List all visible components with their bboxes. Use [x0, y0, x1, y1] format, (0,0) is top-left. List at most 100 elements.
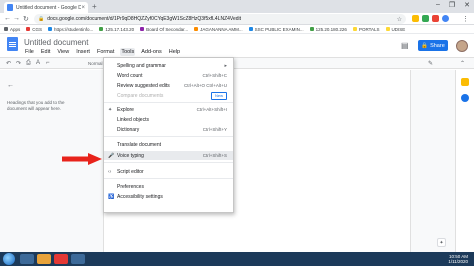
bookmark-item[interactable]: 125.20.180.226	[309, 26, 347, 32]
menu-item-preferences[interactable]: Preferences	[104, 182, 233, 191]
menu-item-shortcut: Ctrl+Alt+Shift+I	[196, 107, 227, 112]
menu-item-label: Review suggested edits	[117, 82, 170, 89]
taskbar-app-icon[interactable]	[71, 254, 85, 264]
menu-item-label: Compare documents	[117, 92, 164, 99]
back-icon[interactable]: ←	[4, 15, 11, 22]
bookmark-icon	[140, 27, 145, 31]
menu-help[interactable]: Help	[168, 48, 181, 56]
menu-item-shortcut: Ctrl+Shift+C	[202, 73, 227, 78]
menu-item-shortcut: Ctrl+Shift+Y	[202, 127, 227, 132]
bookmark-label: JAGANANNA AMM...	[200, 26, 243, 32]
undo-icon[interactable]: ↶	[6, 60, 11, 67]
bookmark-item[interactable]: JAGANANNA AMM...	[194, 27, 243, 32]
redo-icon[interactable]: ↷	[16, 60, 21, 67]
edit-mode-icon[interactable]: ✎	[428, 60, 433, 67]
close-window-button[interactable]: ✕	[464, 1, 470, 9]
avatar[interactable]	[456, 40, 468, 52]
bookmark-item[interactable]: 125.17.143.20	[99, 27, 134, 32]
bookmark-item[interactable]: SSC PUBLIC EXAMIN...	[248, 26, 304, 32]
menu-separator	[104, 136, 233, 137]
extension-icon[interactable]	[412, 15, 419, 22]
new-tab-button[interactable]: +	[92, 2, 97, 11]
bookmark-icon	[4, 27, 8, 31]
collapse-icon[interactable]: ⌃	[460, 60, 465, 67]
menu-item-label: Translate document	[117, 141, 162, 148]
menu-format[interactable]: Format	[96, 48, 115, 56]
paragraph-style-select[interactable]: Normal	[88, 61, 103, 66]
menu-insert[interactable]: Insert	[75, 48, 91, 56]
menu-item-script-editor[interactable]: ‹› Script editor	[104, 167, 233, 176]
extension-icon[interactable]	[432, 15, 439, 22]
bookmark-icon	[99, 27, 104, 31]
bookmark-item[interactable]: PORTALS	[352, 27, 380, 32]
share-button-label: Share	[430, 42, 445, 49]
menu-item-label: Word count	[117, 72, 143, 79]
google-docs-logo-icon[interactable]	[7, 37, 18, 51]
lock-icon: 🔒	[38, 16, 45, 22]
paint-format-icon[interactable]: ⌐	[46, 60, 50, 66]
keep-icon[interactable]	[461, 78, 469, 86]
chrome-menu-icon[interactable]: ⋮	[462, 15, 469, 23]
chrome-taskbar-icon[interactable]	[54, 254, 68, 264]
menu-item-explore[interactable]: ✦ Explore Ctrl+Alt+Shift+I	[104, 105, 233, 114]
print-icon[interactable]: ⎙	[26, 60, 31, 67]
menu-item-label: Spelling and grammar	[117, 62, 166, 69]
menu-tools[interactable]: Tools	[120, 48, 136, 56]
bookmark-item[interactable]: https://studentinfo...	[48, 27, 93, 32]
forward-icon[interactable]: →	[13, 15, 20, 22]
document-title[interactable]: Untitled document	[24, 38, 88, 47]
tasks-icon[interactable]	[461, 94, 469, 102]
menu-item-translate-document[interactable]: Translate document	[104, 140, 233, 149]
docs-toolbar: ↶ ↷ ⎙ A ⌐ Normal ✎ ⌃	[0, 57, 474, 69]
menu-separator	[104, 102, 233, 103]
docs-menu-bar: File Edit View Insert Format Tools Add-ons Help	[24, 48, 181, 56]
explore-button-icon[interactable]: ✦	[437, 238, 446, 247]
bookmark-star-icon[interactable]: ☆	[397, 16, 402, 23]
close-tab-icon[interactable]: ×	[81, 5, 85, 11]
spellcheck-icon[interactable]: A	[36, 60, 40, 66]
menu-item-linked-objects[interactable]: Linked objects	[104, 115, 233, 124]
start-button-icon[interactable]	[3, 253, 15, 265]
menu-item-accessibility-settings[interactable]: ♿ Accessibility settings	[104, 192, 233, 201]
bookmark-icon	[26, 27, 31, 31]
bookmarks-bar: Apps CGS https://studentinfo... 125.17.143.…	[0, 25, 474, 34]
taskbar-app-icon[interactable]	[20, 254, 34, 264]
bookmark-icon	[309, 27, 314, 31]
menu-edit[interactable]: Edit	[40, 48, 51, 56]
menu-item-spelling-and-grammar[interactable]: Spelling and grammar ▸	[104, 61, 233, 70]
omnibox[interactable]: 🔒 docs.google.com/document/d/1Pr9qD8HQZZ…	[34, 14, 406, 24]
window-controls: – ❐ ✕	[436, 1, 470, 9]
menu-item-dictionary[interactable]: Dictionary Ctrl+Shift+Y	[104, 125, 233, 134]
menu-view[interactable]: View	[56, 48, 70, 56]
bookmark-icon	[352, 27, 357, 31]
bookmark-item[interactable]: CGS	[26, 27, 42, 32]
new-badge: New	[210, 92, 227, 100]
bookmark-label: SSC PUBLIC EXAMIN...	[254, 26, 304, 32]
menu-item-word-count[interactable]: Word count Ctrl+Shift+C	[104, 71, 233, 80]
extension-icon[interactable]	[422, 15, 429, 22]
browser-tab[interactable]: Untitled document - Google Do... ×	[4, 2, 88, 13]
menu-add-ons[interactable]: Add-ons	[140, 48, 163, 56]
menu-item-compare-documents: Compare documents New	[104, 91, 233, 100]
close-outline-icon[interactable]: ←	[7, 82, 14, 89]
google-docs-favicon-icon	[7, 4, 13, 11]
bookmark-item[interactable]: Board Of Secondar...	[140, 27, 188, 32]
comment-history-icon[interactable]: ▤	[401, 41, 409, 50]
bookmark-item[interactable]: Apps	[4, 27, 20, 32]
bookmark-label: 125.20.180.226	[315, 26, 347, 32]
system-clock[interactable]: 10:50 AM 1/11/2020	[448, 254, 468, 264]
menu-file[interactable]: File	[24, 48, 35, 56]
address-bar-row: ← → ↻ 🔒 docs.google.com/document/d/1Pr9q…	[0, 13, 474, 25]
share-button[interactable]: 🔒 Share	[418, 40, 448, 51]
explore-icon: ✦	[108, 106, 113, 113]
menu-item-review-suggested-edits[interactable]: Review suggested edits Ctrl+Alt+O Ctrl+Al…	[104, 81, 233, 90]
menu-item-voice-typing[interactable]: 🎤 Voice typing Ctrl+Shift+S	[104, 151, 233, 160]
maximize-button[interactable]: ❐	[449, 1, 455, 9]
submenu-arrow-icon: ▸	[224, 62, 227, 69]
reload-icon[interactable]: ↻	[23, 15, 29, 23]
bookmark-item[interactable]: UDISE	[385, 27, 405, 32]
minimize-button[interactable]: –	[436, 1, 440, 9]
url-text[interactable]: docs.google.com/document/d/1Pr9qD8HQZZyf…	[47, 16, 396, 22]
taskbar-app-icon[interactable]	[37, 254, 51, 264]
profile-icon[interactable]	[442, 15, 449, 22]
